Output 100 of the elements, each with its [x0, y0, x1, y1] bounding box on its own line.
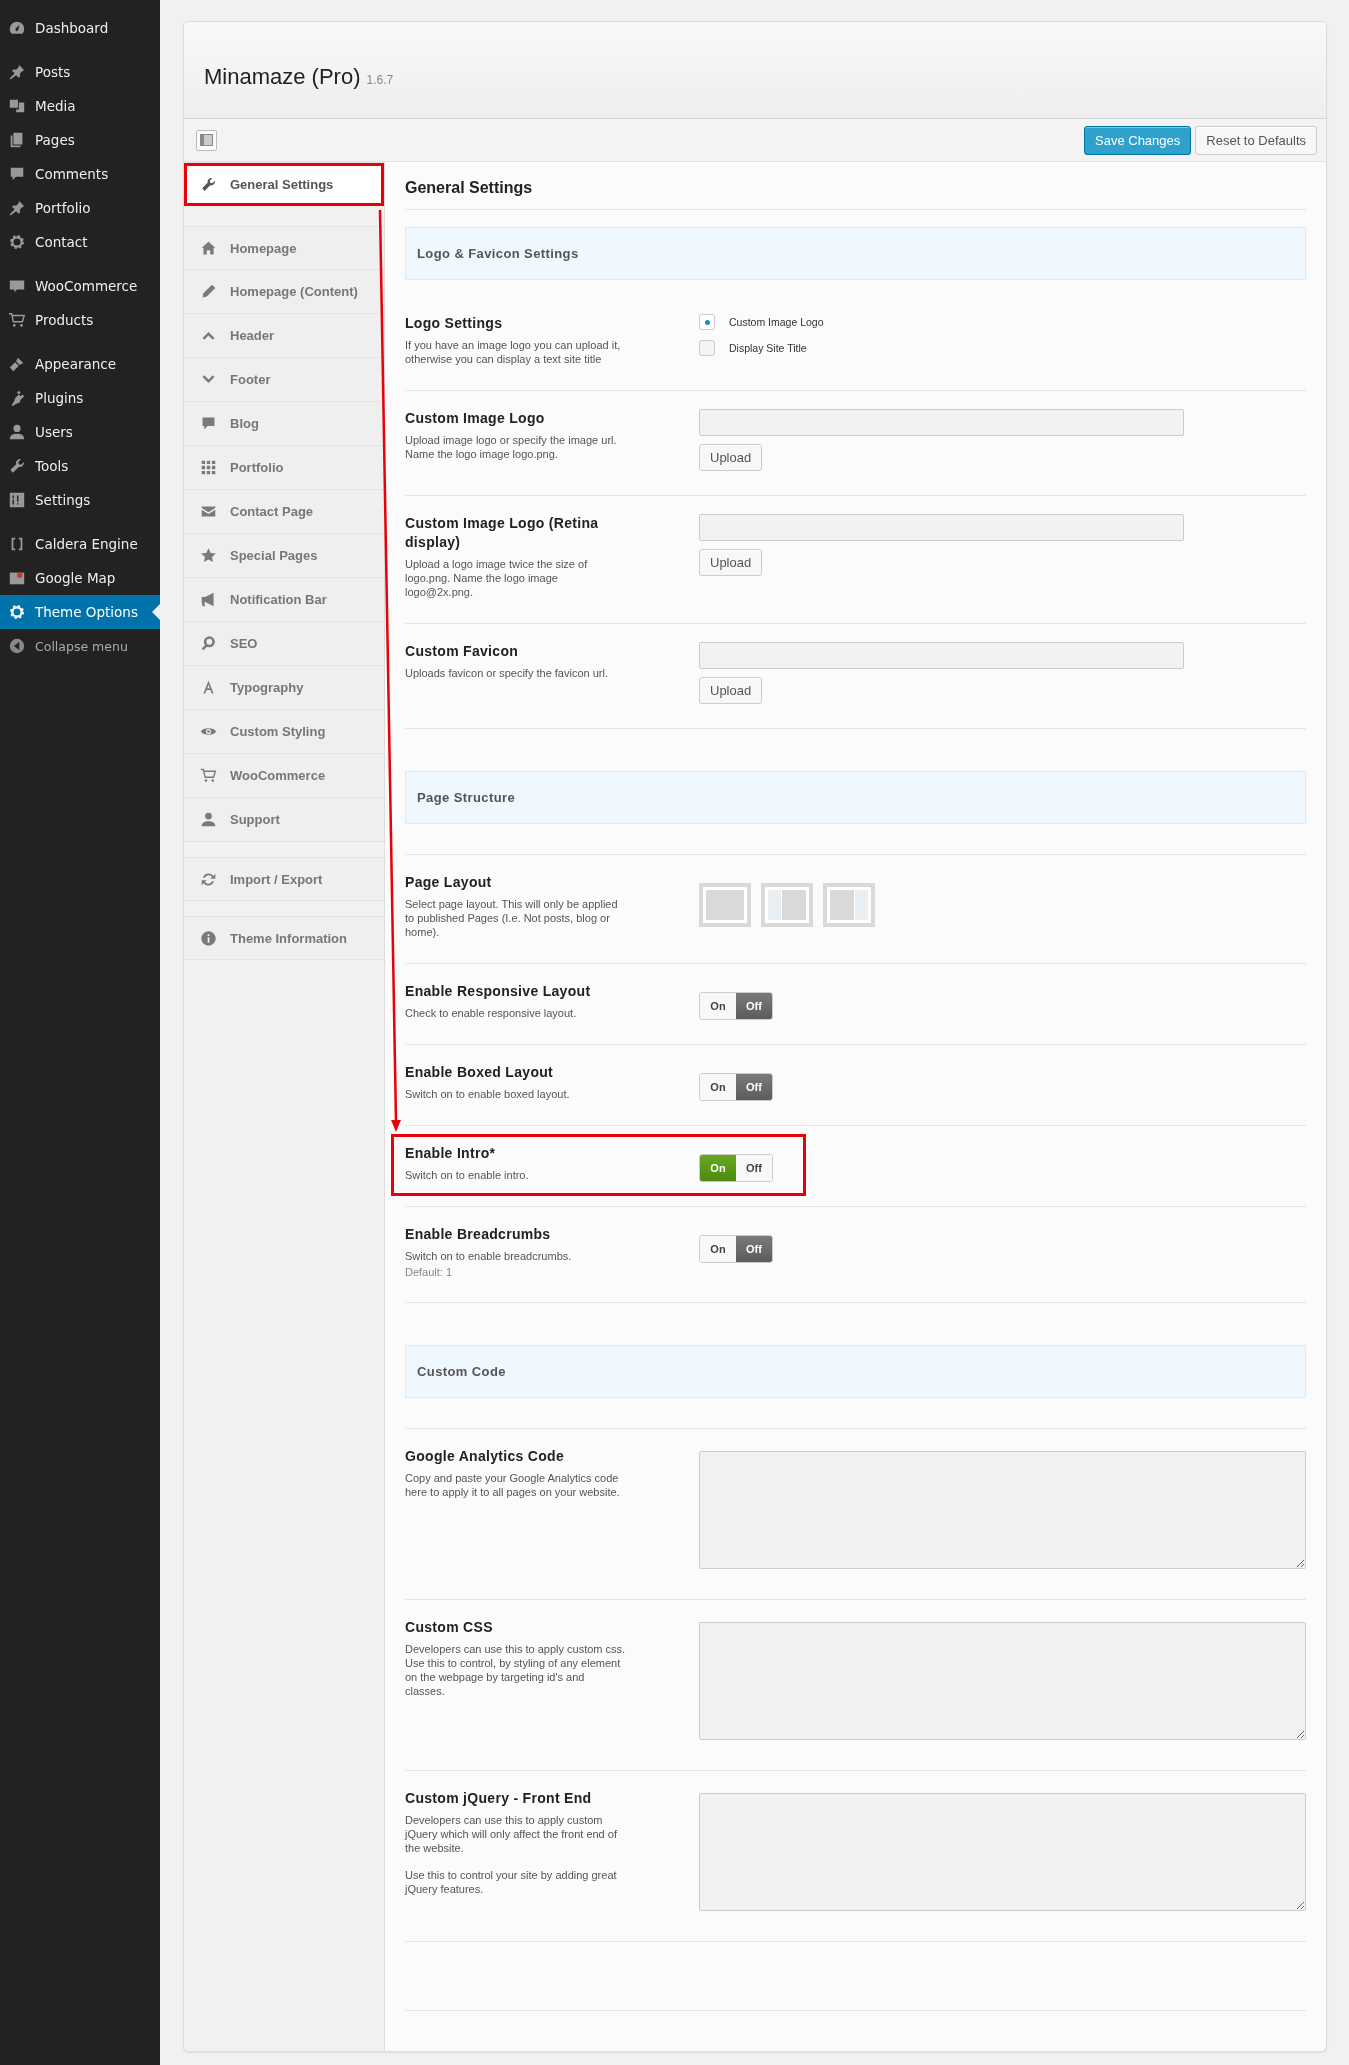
- settings-icon: [8, 233, 26, 251]
- collapse-menu-button[interactable]: Collapse menu: [0, 629, 160, 663]
- field-description: Use this to control your site by adding great jQuery features.: [405, 1868, 618, 1896]
- pencil-icon: [200, 283, 217, 300]
- expand-button[interactable]: [196, 129, 217, 151]
- version-label: 1.6.7: [366, 73, 394, 87]
- admin-menu-item[interactable]: WooCommerce: [0, 269, 160, 303]
- admin-menu-item[interactable]: Users: [0, 415, 160, 449]
- url-field[interactable]: [699, 409, 1184, 436]
- settings-nav-item[interactable]: General Settings: [184, 162, 384, 206]
- speech-bubble-icon: [200, 415, 217, 432]
- field-title: Custom jQuery - Front End: [405, 1789, 593, 1808]
- envelope-icon: [200, 503, 217, 520]
- admin-menu-item[interactable]: Settings: [0, 483, 160, 517]
- field-title: Enable Boxed Layout: [405, 1063, 555, 1082]
- field-description: Check to enable responsive layout.: [405, 1006, 578, 1020]
- admin-menu-item[interactable]: Portfolio: [0, 191, 160, 225]
- field-title: Logo Settings: [405, 314, 504, 333]
- layout-icon: [200, 134, 213, 146]
- field-title: Custom CSS: [405, 1618, 494, 1637]
- field-description: Switch on to enable breadcrumbs.: [405, 1249, 573, 1263]
- pin-icon: [8, 199, 26, 217]
- group-heading: Logo & Favicon Settings: [405, 227, 1306, 280]
- on-off-switch[interactable]: On Off: [699, 992, 773, 1020]
- settings-icon: [8, 603, 26, 621]
- field-description: Upload a logo image twice the size of logo.png. Name the logo image logo@2x.png.: [405, 557, 589, 599]
- wrench-icon: [200, 176, 217, 193]
- radio-button[interactable]: [699, 314, 715, 330]
- settings-nav-item[interactable]: Import / Export: [184, 857, 384, 901]
- dashboard-icon: [8, 19, 26, 37]
- admin-menu-item[interactable]: Appearance: [0, 347, 160, 381]
- on-off-switch[interactable]: On Off: [699, 1154, 773, 1182]
- home-icon: [200, 239, 217, 257]
- layout-thumbnail[interactable]: [699, 883, 751, 927]
- reset-button[interactable]: Reset to Defaults: [1195, 125, 1317, 155]
- admin-menu-item[interactable]: Comments: [0, 157, 160, 191]
- url-field[interactable]: [699, 514, 1184, 541]
- upload-button[interactable]: Upload: [699, 444, 763, 471]
- field-description: Uploads favicon or specify the favicon url.: [405, 666, 609, 680]
- field-title: Google Analytics Code: [405, 1447, 566, 1466]
- on-off-switch[interactable]: On Off: [699, 1073, 773, 1101]
- field-description: Select page layout. This will only be applied to published Pages (I.e. Not posts, blog or home).: [405, 897, 619, 939]
- field-description: Upload image logo or specify the image url. Name the logo image logo.png.: [405, 433, 618, 461]
- pin-icon: [8, 63, 26, 81]
- cart-icon: [200, 767, 217, 784]
- field-title: Page Layout: [405, 873, 493, 892]
- field-description: Developers can use this to apply custom css. Use this to control, by styling of any element on the webpage by targeting id's and classes.: [405, 1642, 627, 1698]
- user-icon: [200, 811, 217, 828]
- field-description: Switch on to enable boxed layout.: [405, 1087, 571, 1101]
- admin-menu-item[interactable]: Theme Options: [0, 595, 160, 629]
- admin-menu-item[interactable]: Media: [0, 89, 160, 123]
- admin-menu-item[interactable]: Tools: [0, 449, 160, 483]
- brush-icon: [8, 355, 26, 373]
- code-field[interactable]: [699, 1622, 1306, 1740]
- admin-menu-item[interactable]: Plugins: [0, 381, 160, 415]
- field-title: Enable Intro*: [405, 1144, 497, 1163]
- on-off-switch[interactable]: On Off: [699, 1235, 773, 1263]
- upload-button[interactable]: Upload: [699, 677, 763, 704]
- megaphone-icon: [200, 591, 217, 608]
- group-heading: Page Structure: [405, 771, 1306, 824]
- field-description: Switch on to enable intro.: [405, 1168, 530, 1182]
- admin-menu-item[interactable]: Google Map: [0, 561, 160, 595]
- star-icon: [200, 547, 217, 564]
- media-icon: [8, 97, 26, 115]
- field-title: Enable Responsive Layout: [405, 982, 592, 1001]
- cart-icon: [8, 311, 26, 329]
- sliders-icon: [8, 491, 26, 509]
- admin-menu-item[interactable]: Caldera Engine: [0, 527, 160, 561]
- admin-menu-item[interactable]: Contact: [0, 225, 160, 259]
- user-icon: [8, 423, 26, 441]
- field-title: Custom Favicon: [405, 642, 520, 661]
- refresh-icon: [200, 870, 217, 888]
- layout-thumbnail[interactable]: [761, 883, 813, 927]
- option-label: Custom Image Logo: [729, 316, 824, 328]
- default-note: Default: 1: [405, 1266, 454, 1278]
- code-field[interactable]: [699, 1793, 1306, 1911]
- section-heading: General Settings: [405, 162, 1306, 210]
- admin-menu-item[interactable]: Dashboard: [0, 11, 160, 45]
- code-field[interactable]: [699, 1451, 1306, 1569]
- field-description: Copy and paste your Google Analytics code here to apply it to all pages on your website.: [405, 1471, 621, 1499]
- admin-menu-item[interactable]: Pages: [0, 123, 160, 157]
- settings-nav-item[interactable]: Theme Information: [184, 916, 384, 960]
- admin-menu-item[interactable]: Products: [0, 303, 160, 337]
- field-title: Custom Image Logo: [405, 409, 546, 428]
- wrench-icon: [8, 457, 26, 475]
- settings-nav-item[interactable]: Homepage: [184, 226, 384, 270]
- radio-button[interactable]: [699, 340, 715, 356]
- grid-icon: [200, 459, 217, 476]
- field-description: If you have an image logo you can upload it, otherwise you can display a text site title: [405, 338, 622, 366]
- pointer-icon: [152, 604, 160, 620]
- group-heading: Custom Code: [405, 1345, 1306, 1398]
- upload-button[interactable]: Upload: [699, 549, 763, 576]
- panel-title: Minamaze (Pro): [204, 64, 361, 90]
- admin-menu-item[interactable]: Posts: [0, 55, 160, 89]
- option-label: Display Site Title: [729, 342, 807, 354]
- info-icon: [200, 929, 217, 947]
- layout-thumbnail[interactable]: [823, 883, 875, 927]
- field-description: Developers can use this to apply custom jQuery which will only affect the front end of the website.: [405, 1813, 618, 1855]
- field-title: Custom Image Logo (Retina display): [405, 514, 600, 552]
- url-field[interactable]: [699, 642, 1184, 669]
